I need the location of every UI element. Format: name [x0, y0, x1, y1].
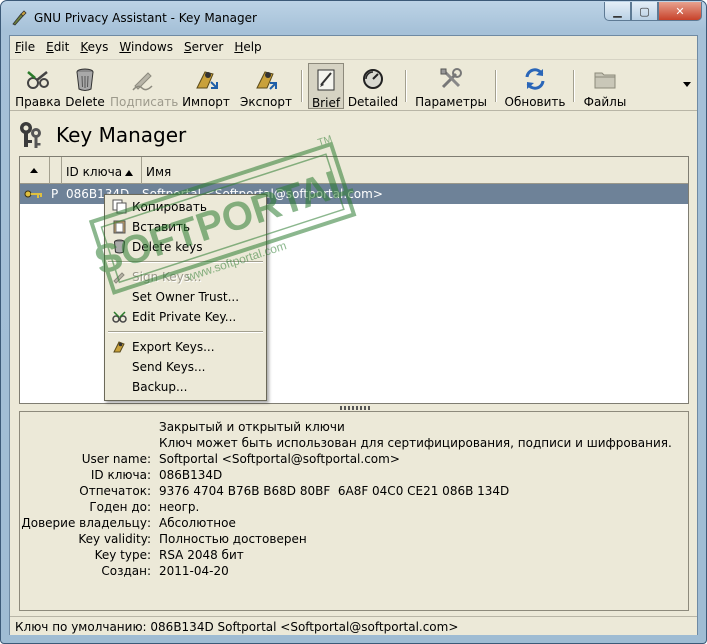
title-bar[interactable]: GNU Privacy Assistant - Key Manager ▁ ▢ … [1, 1, 706, 35]
detail-fingerprint: Отпечаток: 9376 4704 B76B B68D 80BF 6A8F … [79, 484, 510, 498]
key-details-panel: Закрытый и открытый ключи Ключ может быт… [19, 411, 689, 611]
copy-icon [112, 199, 127, 214]
toolbar-separator [573, 70, 575, 102]
menu-item-owner-trust[interactable]: Set Owner Trust... [105, 287, 266, 307]
detail-created: Создан: 2011-04-20 [101, 564, 229, 578]
menu-item-delete-keys[interactable]: Delete keys [105, 237, 266, 257]
menu-server[interactable]: Server [179, 36, 228, 58]
header: Key Manager [10, 112, 697, 156]
toolbar-separator [405, 70, 407, 102]
row-flag: P [51, 187, 59, 201]
detail-keytype: Key type: RSA 2048 бит [94, 548, 244, 562]
page-title: Key Manager [56, 123, 187, 147]
menu-item-export-keys[interactable]: Export Keys... [105, 337, 266, 357]
import-button[interactable]: Импорт [178, 63, 234, 109]
menu-item-sign-keys[interactable]: Sign Keys... [105, 267, 266, 287]
client-area: File Edit Keys Windows Server Help Правк… [9, 35, 698, 635]
column-name[interactable]: Имя [142, 157, 688, 184]
menu-item-paste[interactable]: Вставить [105, 217, 266, 237]
keys-manager-icon [20, 122, 41, 148]
maximize-button[interactable]: ▢ [631, 2, 658, 21]
import-key-icon [196, 71, 218, 89]
toolbar-separator [495, 70, 497, 102]
key-list-header: ID ключа Имя [20, 157, 688, 184]
settings-button[interactable]: Параметры [412, 63, 490, 109]
detail-expires: Годен до: неогр. [89, 500, 200, 514]
toolbar-separator [301, 70, 303, 102]
minimize-button[interactable]: ▁ [604, 2, 631, 21]
menu-help[interactable]: Help [229, 36, 266, 58]
menu-file[interactable]: File [10, 36, 40, 58]
menu-windows[interactable]: Windows [114, 36, 178, 58]
menu-item-edit-private[interactable]: Edit Private Key... [105, 307, 266, 327]
menu-bar: File Edit Keys Windows Server Help [10, 36, 697, 58]
detail-validity: Key validity: Полностью достоверен [78, 532, 307, 546]
window-controls: ▁ ▢ ✕ [604, 2, 702, 21]
key-pair-icon [24, 190, 42, 198]
detail-keyid: ID ключа: 086B134D [90, 468, 223, 482]
trash-icon [76, 68, 94, 91]
splitter-grip [340, 406, 370, 410]
refresh-icon [525, 68, 545, 90]
window-title: GNU Privacy Assistant - Key Manager [34, 11, 257, 25]
menu-separator [108, 261, 263, 263]
keys-edit-icon [112, 311, 127, 323]
menu-item-copy[interactable]: Копировать [105, 197, 266, 217]
paste-icon [113, 220, 126, 234]
column-spacer [50, 157, 62, 184]
edit-button[interactable]: Правка [14, 63, 62, 109]
menu-edit[interactable]: Edit [41, 36, 74, 58]
detail-usage: Ключ может быть использован для сертифиц… [159, 436, 672, 450]
detail-kind: Закрытый и открытый ключи [159, 420, 345, 434]
sort-arrow-icon [30, 168, 38, 173]
trash-icon [114, 239, 125, 254]
toolbar-overflow-icon[interactable] [683, 82, 691, 87]
app-window: GNU Privacy Assistant - Key Manager ▁ ▢ … [0, 0, 707, 644]
detailed-gauge-icon [363, 69, 383, 89]
keys-edit-icon [27, 71, 49, 89]
context-menu: Копировать Вставить Delete keys Sign Key… [104, 194, 267, 401]
menu-item-backup[interactable]: Backup... [105, 377, 266, 397]
column-flag[interactable] [20, 157, 50, 184]
export-button[interactable]: Экспорт [236, 63, 296, 109]
menu-item-send-keys[interactable]: Send Keys... [105, 357, 266, 377]
brief-view-button[interactable]: Brief [308, 63, 344, 110]
delete-button[interactable]: Delete [63, 63, 107, 109]
export-key-icon [256, 71, 277, 90]
sign-pen-icon [132, 72, 153, 91]
export-key-icon [113, 341, 125, 353]
sign-button[interactable]: Подписать [110, 63, 178, 109]
tools-icon [440, 68, 462, 89]
refresh-button[interactable]: Обновить [502, 63, 568, 109]
detailed-view-button[interactable]: Detailed [346, 63, 400, 109]
folder-icon [594, 72, 616, 89]
brief-doc-icon [317, 69, 335, 91]
menu-separator [108, 331, 263, 333]
detail-username: User name: Softportal <Softportal@softpor… [81, 452, 400, 466]
app-pen-icon [12, 10, 27, 26]
close-button[interactable]: ✕ [658, 2, 702, 21]
column-keyid[interactable]: ID ключа [62, 157, 142, 184]
toolbar: Правка Delete Подписать Импорт Экспорт B… [10, 59, 697, 111]
files-button[interactable]: Файлы [580, 63, 630, 109]
status-bar: Ключ по умолчанию: 086B134D Softportal <… [10, 616, 697, 635]
menu-keys[interactable]: Keys [75, 36, 113, 58]
sign-pen-icon [113, 272, 125, 284]
detail-owner-trust: Доверие владельцу: Абсолютное [21, 516, 236, 530]
sort-up-icon [125, 169, 134, 176]
